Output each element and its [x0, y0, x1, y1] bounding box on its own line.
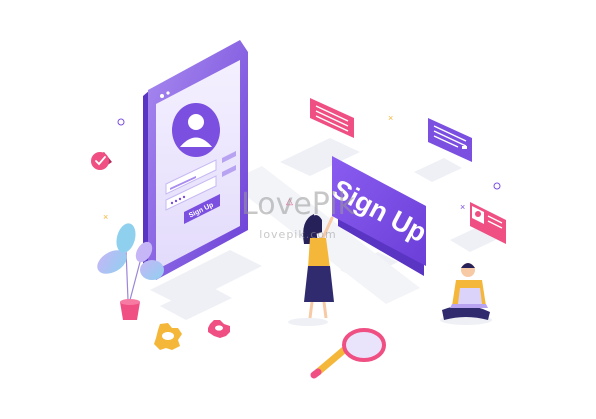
magnifier-icon [310, 328, 386, 379]
sparkle-x-icon: × [103, 212, 108, 222]
sparkle-circle-icon [117, 118, 125, 126]
signup-illustration: Sign Up × × × △ Sign Up LovePik lovepik.… [91, 40, 506, 379]
watermark-brand: LovePik [241, 187, 356, 222]
phone: Sign Up [143, 40, 248, 280]
message-bubble-icon [310, 98, 354, 138]
user-avatar-icon [475, 211, 481, 217]
checkmark-icon [91, 152, 112, 170]
gear-icon [154, 323, 182, 350]
sparkle-x-icon: × [388, 113, 393, 123]
leaf [116, 223, 136, 253]
camera-dot [160, 94, 164, 98]
sparkle-circle-icon [493, 182, 501, 190]
message-bubble-icon [428, 118, 472, 162]
gear-icon [208, 320, 230, 338]
man-figure [440, 263, 492, 325]
watermark-url: lovepik.com [259, 228, 336, 241]
sparkle-x-icon: × [460, 202, 465, 212]
user-avatar-icon [172, 103, 220, 157]
camera-dot-2 [166, 91, 170, 95]
leaf [140, 260, 164, 280]
